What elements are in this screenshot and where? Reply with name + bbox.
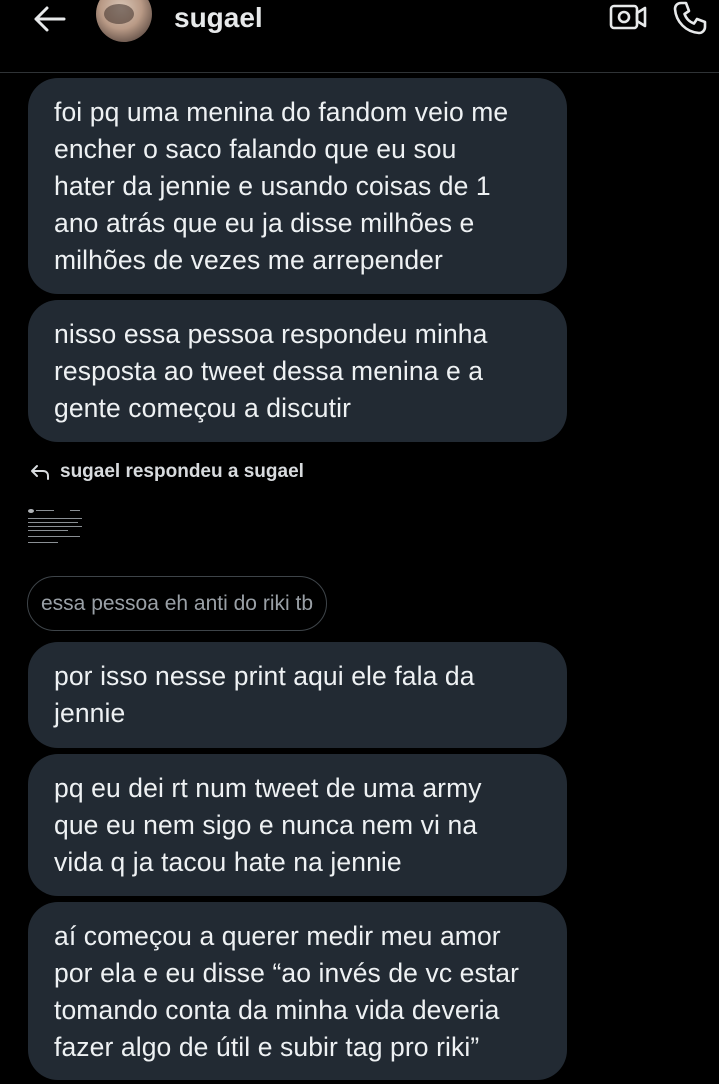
message-line: aí começou a querer medir meu amor: [54, 921, 501, 951]
message-line: gente começou a discutir: [54, 393, 352, 423]
message-line: resposta ao tweet dessa menina e a: [54, 356, 484, 386]
video-call-button[interactable]: [608, 0, 648, 34]
phone-call-button[interactable]: [670, 0, 710, 36]
back-button[interactable]: [26, 0, 72, 38]
message-line: por isso nesse print aqui ele fala da: [54, 661, 475, 691]
reply-context: sugael respondeu a sugael: [30, 458, 304, 486]
message-line: por ela e eu disse “ao invés de vc estar: [54, 958, 520, 988]
phone-icon: [673, 1, 707, 35]
conversation-username[interactable]: sugael: [174, 0, 263, 36]
avatar[interactable]: [96, 0, 152, 42]
message-bubble[interactable]: por isso nesse print aqui ele fala da je…: [28, 642, 567, 748]
arrow-left-icon: [34, 6, 66, 32]
message-line: fazer algo de útil e subir tag pro riki”: [54, 1032, 480, 1062]
video-call-icon: [609, 4, 647, 30]
message-bubble[interactable]: nisso essa pessoa respondeu minha respos…: [28, 300, 567, 442]
message-line: foi pq uma menina do fandom veio me: [54, 97, 509, 127]
reply-context-text: sugael respondeu a sugael: [60, 461, 304, 482]
message-line: milhões de vezes me arrepender: [54, 245, 443, 275]
message-line: pq eu dei rt num tweet de uma army: [54, 773, 482, 803]
reply-arrow-icon: [30, 461, 52, 483]
conversation-header: sugael: [0, 0, 719, 73]
message-line: vida q ja tacou hate na jennie: [54, 847, 402, 877]
message-bubble[interactable]: foi pq uma menina do fandom veio me ench…: [28, 78, 567, 294]
message-line: tomando conta da minha vida deveria: [54, 995, 500, 1025]
quoted-message[interactable]: essa pessoa eh anti do riki tb: [27, 576, 327, 631]
message-bubble[interactable]: pq eu dei rt num tweet de uma army que e…: [28, 754, 567, 896]
message-line: ano atrás que eu ja disse milhões e: [54, 208, 475, 238]
message-line: hater da jennie e usando coisas de 1: [54, 171, 491, 201]
message-line: encher o saco falando que eu sou: [54, 134, 457, 164]
message-bubble[interactable]: aí começou a querer medir meu amor por e…: [28, 902, 567, 1080]
message-line: nisso essa pessoa respondeu minha: [54, 319, 488, 349]
attached-image[interactable]: [26, 506, 84, 546]
message-line: que eu nem sigo e nunca nem vi na: [54, 810, 478, 840]
message-line: jennie: [54, 698, 126, 728]
